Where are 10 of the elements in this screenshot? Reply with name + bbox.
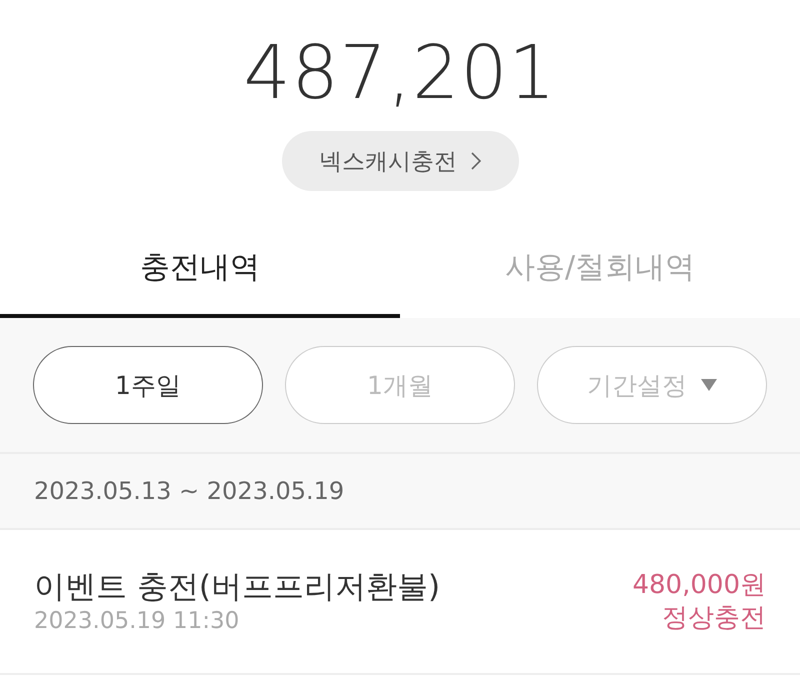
chevron-right-icon [471, 152, 481, 170]
dropdown-triangle-icon [701, 379, 717, 391]
transaction-datetime: 2023.05.19 11:30 [34, 606, 240, 636]
balance-amount: 487,201 [243, 29, 556, 118]
date-range: 2023.05.13 ~ 2023.05.19 [34, 477, 344, 505]
transaction-title: 이벤트 충전(버프프리저환불) [34, 568, 440, 606]
transaction-status: 정상충전 [662, 602, 766, 634]
period-button[interactable]: 1주일 [33, 346, 263, 424]
transaction-amount: 480,000원 [632, 568, 766, 602]
charge-button[interactable]: 넥스캐시충전 [282, 131, 518, 191]
